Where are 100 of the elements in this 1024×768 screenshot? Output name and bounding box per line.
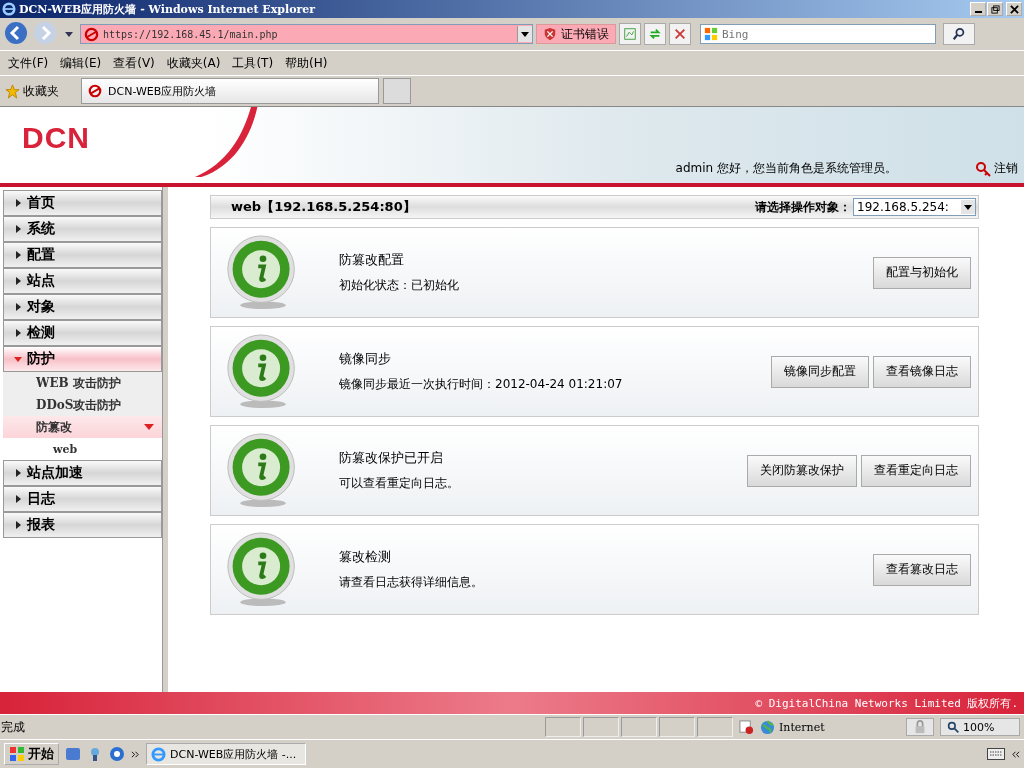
blocked-page-icon [739,719,754,735]
card-detail: 可以查看重定向日志。 [339,475,460,492]
caret-right-icon [14,521,22,529]
sidebar-item[interactable]: 日志 [3,486,162,512]
restore-button[interactable] [987,2,1003,16]
window-title: DCN-WEB应用防火墙 - Windows Internet Explorer [19,1,317,17]
menu-item[interactable]: 帮助(H) [279,54,334,72]
dropdown-icon[interactable] [65,31,73,37]
sidebar-subitem[interactable]: 防篡改 [3,416,162,438]
stop-button[interactable] [669,23,691,45]
sidebar-item[interactable]: 对象 [3,294,162,320]
greeting-text: admin 您好，您当前角色是系统管理员。 [675,160,897,177]
close-button[interactable] [1006,2,1022,16]
browser-logo-icon [151,746,166,762]
action-button[interactable]: 镜像同步配置 [771,355,869,388]
menu-item[interactable]: 工具(T) [226,54,280,72]
select-label: 请选择操作对象： [755,198,851,216]
close-icon [1009,4,1019,14]
stop-icon [673,27,687,41]
status-pane [659,717,695,737]
sidebar-item[interactable]: 报表 [3,512,162,538]
card-title: 篡改检测 [339,548,392,566]
caret-right-icon [14,251,22,259]
card-title: 防篡改保护已开启 [339,449,444,467]
status-pane [545,717,581,737]
sidebar-item[interactable]: 检测 [3,320,162,346]
chevron-icon[interactable] [1011,749,1020,759]
browser-tab[interactable]: DCN-WEB应用防火墙 [81,78,379,104]
security-zone: Internet [779,720,825,734]
shield-icon [543,27,557,41]
menu-item[interactable]: 文件(F) [2,54,55,72]
splitter-handle[interactable] [162,187,168,692]
caret-right-icon [14,303,22,311]
caret-down-icon [144,424,154,430]
page-chart-icon [623,27,637,41]
taskbar-button[interactable]: DCN-WEB应用防火墙 -... [146,743,306,765]
favorites-button[interactable]: 收藏夹 [3,82,77,100]
search-field[interactable]: Bing [700,24,936,44]
start-button[interactable]: 开始 [4,743,59,765]
caret-right-icon [14,277,22,285]
action-button[interactable]: 查看重定向日志 [861,454,971,487]
status-text: 完成 [1,718,26,736]
panel-title: web【192.168.5.254:80】 [231,198,417,216]
status-pane [621,717,657,737]
search-provider-icon [704,27,718,41]
windows-flag-icon [9,746,25,762]
caret-right-icon [14,495,22,503]
lock-icon [913,720,927,734]
card-detail: 初始化状态：已初始化 [339,277,460,294]
search-icon [952,27,966,41]
key-icon [975,160,991,177]
caret-right-icon [14,469,22,477]
back-button[interactable] [3,21,29,47]
site-icon [84,26,99,42]
sidebar-item[interactable]: 站点 [3,268,162,294]
globe-icon [760,719,775,735]
action-button[interactable]: 查看篡改日志 [873,553,971,586]
sidebar-subitem[interactable]: DDoS攻击防护 [3,394,162,416]
status-pane [697,717,733,737]
action-button[interactable]: 查看镜像日志 [873,355,971,388]
caret-down-icon [14,355,22,363]
dropdown-icon[interactable] [521,31,529,37]
keyboard-icon[interactable] [987,748,1005,760]
copyright-footer: © DigitalChina Networks Limited 版权所有. [0,692,1024,714]
sidebar-item[interactable]: 配置 [3,242,162,268]
sidebar-item[interactable]: 防护 [3,346,162,372]
certificate-error-button[interactable]: 证书错误 [536,24,616,44]
chevron-icon[interactable] [131,749,140,759]
quick-launch-icon[interactable] [65,746,81,762]
action-button[interactable]: 配置与初始化 [873,256,971,289]
menu-item[interactable]: 收藏夹(A) [160,54,227,72]
sidebar-item[interactable]: 系统 [3,216,162,242]
card-detail: 镜像同步最近一次执行时间：2012-04-24 01:21:07 [339,376,624,393]
minimize-icon [974,11,982,13]
menu-item[interactable]: 编辑(E) [54,54,108,72]
action-button[interactable]: 关闭防篡改保护 [747,454,857,487]
quick-launch-icon[interactable] [109,746,125,762]
card-detail: 请查看日志获得详细信息。 [339,574,484,591]
magnifier-icon [947,720,960,734]
star-icon [5,83,20,99]
logo: DCN [22,121,90,155]
zoom-button[interactable]: 100% [940,718,1020,736]
status-pane [583,717,619,737]
sidebar-subitem[interactable]: WEB 攻击防护 [3,372,162,394]
caret-right-icon [14,225,22,233]
sidebar-item[interactable]: 首页 [3,190,162,216]
card-title: 防篡改配置 [339,251,405,269]
menu-item[interactable]: 查看(V) [107,54,161,72]
minimize-button[interactable] [970,2,986,16]
caret-right-icon [14,199,22,207]
caret-right-icon [14,329,22,337]
target-select[interactable]: 192.168.5.254: [853,198,976,216]
dropdown-icon[interactable] [964,204,972,210]
restore-icon [990,4,1000,14]
logout-link[interactable]: 注销 [975,160,1018,177]
search-button[interactable] [943,23,975,45]
refresh-button[interactable] [644,23,666,45]
address-field[interactable]: https://192.168.45.1/main.php [80,24,533,44]
site-icon [88,84,102,98]
sidebar-item[interactable]: 站点加速 [3,460,162,486]
